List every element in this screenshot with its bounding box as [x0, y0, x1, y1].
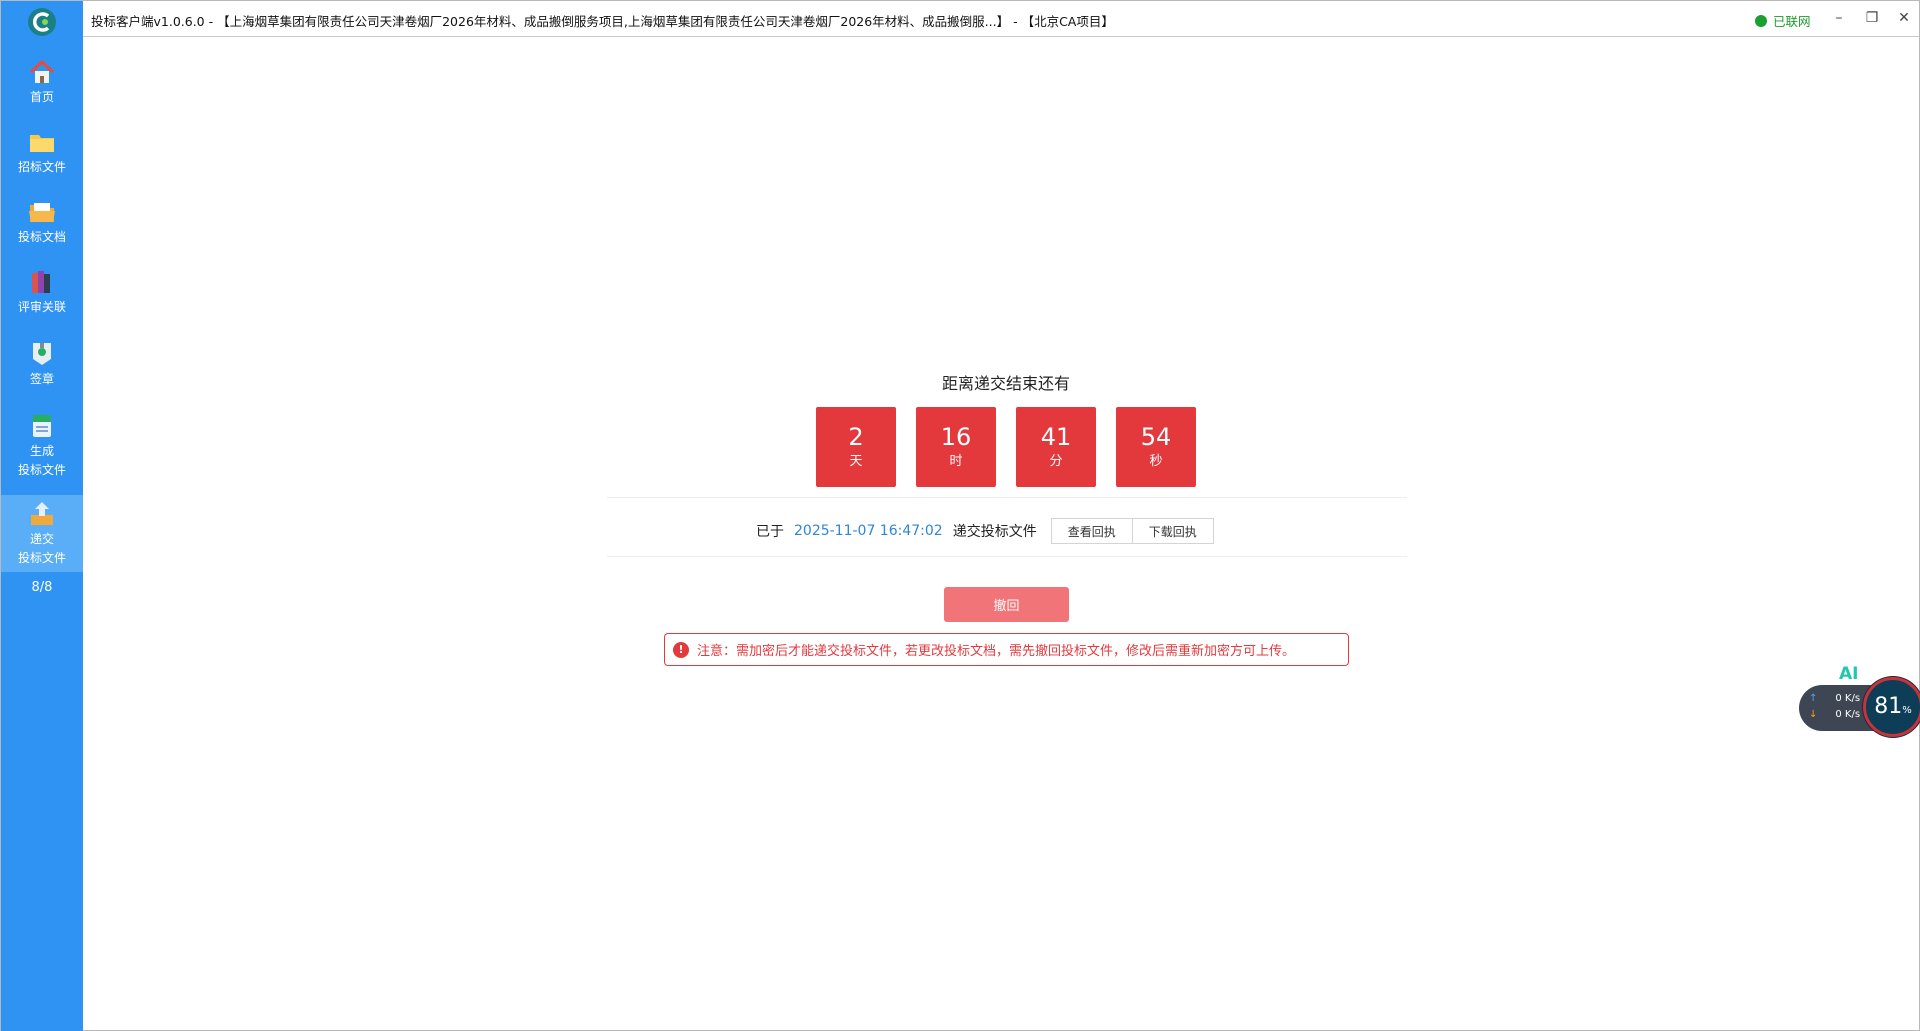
- countdown-seconds-unit: 秒: [1149, 454, 1163, 469]
- minimize-button[interactable]: –: [1828, 7, 1850, 29]
- countdown-seconds-value: 54: [1140, 423, 1172, 451]
- step-counter: 8/8: [31, 580, 53, 595]
- countdown-days-unit: 天: [849, 454, 863, 469]
- generate-doc-icon: [33, 415, 51, 437]
- usage-gauge[interactable]: 81 %: [1863, 677, 1920, 737]
- countdown-seconds: 54 秒: [1116, 407, 1196, 487]
- sidebar-item-seal[interactable]: 签章: [1, 339, 83, 389]
- warning-notice: ! 注意：需加密后才能递交投标文件，若更改投标文档，需先撤回投标文件，修改后需重…: [664, 633, 1349, 666]
- sidebar-item-tender-docs[interactable]: 招标文件: [1, 127, 83, 177]
- download-arrow-icon: ↓: [1809, 709, 1818, 720]
- usage-unit: %: [1902, 704, 1912, 716]
- warning-icon: !: [673, 641, 689, 658]
- app-logo-icon: [28, 8, 56, 36]
- upload-icon: [31, 502, 53, 525]
- network-status-label: 已联网: [1773, 14, 1811, 29]
- sidebar-item-label: 签章: [29, 372, 54, 386]
- sidebar-item-label: 投标文档: [17, 230, 66, 244]
- app-window: 首页 招标文件 投标文档 评审关联 签章 生成 投标文件 递交 投标文件 8/8…: [0, 0, 1920, 1031]
- sidebar-item-submit-bid[interactable]: 递交 投标文件: [1, 495, 83, 572]
- download-receipt-button[interactable]: 下载回执: [1132, 518, 1214, 544]
- sidebar-item-label: 招标文件: [17, 160, 66, 174]
- download-speed: 0 K/s: [1835, 709, 1861, 720]
- open-folder-icon: [29, 203, 55, 222]
- countdown-label: 距离递交结束还有: [941, 374, 1070, 393]
- sidebar-item-label-line2: 投标文件: [17, 551, 66, 565]
- countdown-hours-unit: 时: [949, 454, 963, 469]
- sidebar-item-home[interactable]: 首页: [1, 57, 83, 107]
- countdown-minutes-unit: 分: [1049, 454, 1063, 469]
- countdown-minutes-value: 41: [1040, 423, 1072, 451]
- sidebar: 首页 招标文件 投标文档 评审关联 签章 生成 投标文件 递交 投标文件 8/8: [1, 1, 83, 1031]
- window-title: 投标客户端v1.0.6.0 - 【上海烟草集团有限责任公司天津卷烟厂2026年材…: [91, 14, 1114, 29]
- books-icon: [32, 271, 50, 293]
- submission-prefix: 已于: [756, 524, 784, 540]
- withdraw-button[interactable]: 撤回: [944, 587, 1069, 622]
- upload-arrow-icon: ↑: [1809, 693, 1818, 704]
- folder-icon: [30, 135, 54, 152]
- sidebar-item-bid-docs[interactable]: 投标文档: [1, 197, 83, 247]
- countdown-days: 2 天: [816, 407, 896, 487]
- divider: [607, 556, 1407, 557]
- sidebar-item-generate-bid[interactable]: 生成 投标文件: [1, 411, 83, 480]
- warning-text: 注意：需加密后才能递交投标文件，若更改投标文档，需先撤回投标文件，修改后需重新加…: [697, 644, 1296, 659]
- countdown-hours: 16 时: [916, 407, 996, 487]
- submission-suffix: 递交投标文件: [952, 524, 1037, 540]
- restore-button[interactable]: ❐: [1861, 7, 1883, 29]
- seal-icon: [33, 343, 51, 365]
- network-status: 已联网: [1755, 11, 1811, 30]
- submission-datetime: 2025-11-07 16:47:02: [794, 523, 943, 539]
- submission-info: 已于 2025-11-07 16:47:02 递交投标文件 查看回执 下载回执: [756, 517, 1214, 545]
- countdown-days-value: 2: [848, 423, 864, 451]
- upload-speed: 0 K/s: [1835, 693, 1861, 704]
- countdown-hours-value: 16: [940, 423, 972, 451]
- title-bar: 投标客户端v1.0.6.0 - 【上海烟草集团有限责任公司天津卷烟厂2026年材…: [83, 1, 1919, 37]
- divider: [607, 497, 1407, 498]
- sidebar-item-label-line1: 生成: [29, 444, 54, 458]
- ai-badge[interactable]: AI: [1839, 664, 1858, 684]
- countdown-minutes: 41 分: [1016, 407, 1096, 487]
- sidebar-item-review-link[interactable]: 评审关联: [1, 267, 83, 317]
- sidebar-item-label-line2: 投标文件: [17, 463, 66, 477]
- status-dot-icon: [1755, 14, 1767, 27]
- close-button[interactable]: ✕: [1893, 7, 1915, 29]
- sidebar-item-label: 评审关联: [17, 300, 66, 314]
- sidebar-item-label: 首页: [29, 90, 54, 104]
- home-icon: [29, 59, 55, 83]
- usage-value: 81: [1874, 694, 1903, 719]
- view-receipt-button[interactable]: 查看回执: [1050, 518, 1133, 544]
- sidebar-item-label-line1: 递交: [29, 532, 54, 546]
